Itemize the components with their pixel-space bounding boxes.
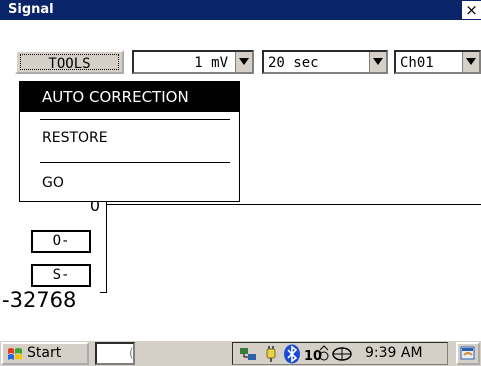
chevron-down-icon[interactable]: [235, 52, 252, 72]
close-button[interactable]: ×: [462, 1, 481, 19]
time-select-value: 20 sec: [268, 55, 319, 71]
chevron-down-icon[interactable]: [369, 52, 386, 72]
time-select[interactable]: 20 sec: [262, 50, 388, 74]
network-icon[interactable]: [239, 346, 257, 362]
input-method-icon[interactable]: 10: [303, 345, 329, 363]
y-axis-min-label: -32768: [2, 288, 77, 312]
channel-select-value: Ch01: [400, 55, 434, 71]
scale-button[interactable]: S-: [31, 264, 91, 287]
offset-button[interactable]: O-: [31, 230, 91, 253]
zero-baseline: [106, 204, 481, 205]
channel-select[interactable]: Ch01: [394, 50, 481, 74]
tools-button-label: TOOLS: [48, 56, 91, 72]
connection-icon[interactable]: [330, 346, 360, 362]
taskbar-item[interactable]: (: [95, 342, 135, 365]
svg-text:10: 10: [304, 349, 322, 363]
desktop-button[interactable]: [456, 342, 480, 365]
title-bar: [0, 0, 481, 20]
start-label: Start: [27, 345, 62, 361]
tools-menu: AUTO CORRECTION RESTORE GO: [19, 81, 240, 202]
desktop-icon: [460, 346, 475, 360]
bluetooth-icon[interactable]: [283, 344, 301, 364]
menu-item-auto-correction[interactable]: AUTO CORRECTION: [20, 82, 239, 112]
tools-button-focus: TOOLS: [20, 54, 119, 72]
scale-select[interactable]: 1 mV: [132, 50, 254, 74]
scale-select-value: 1 mV: [194, 55, 228, 71]
menu-separator: [40, 119, 230, 120]
window-title: Signal: [8, 2, 54, 17]
windows-flag-icon: [8, 348, 22, 360]
menu-separator: [40, 162, 230, 163]
clock[interactable]: 9:39 AM: [365, 345, 423, 361]
y-axis-bottom-tick: [100, 292, 107, 293]
system-tray: 10 9:39 AM: [232, 342, 448, 365]
menu-item-restore[interactable]: RESTORE: [42, 130, 108, 146]
menu-item-go[interactable]: GO: [42, 175, 64, 191]
start-button[interactable]: Start: [1, 342, 89, 365]
power-plug-icon[interactable]: [261, 345, 281, 363]
chevron-down-icon[interactable]: [462, 52, 479, 72]
tools-button[interactable]: TOOLS: [15, 50, 124, 74]
